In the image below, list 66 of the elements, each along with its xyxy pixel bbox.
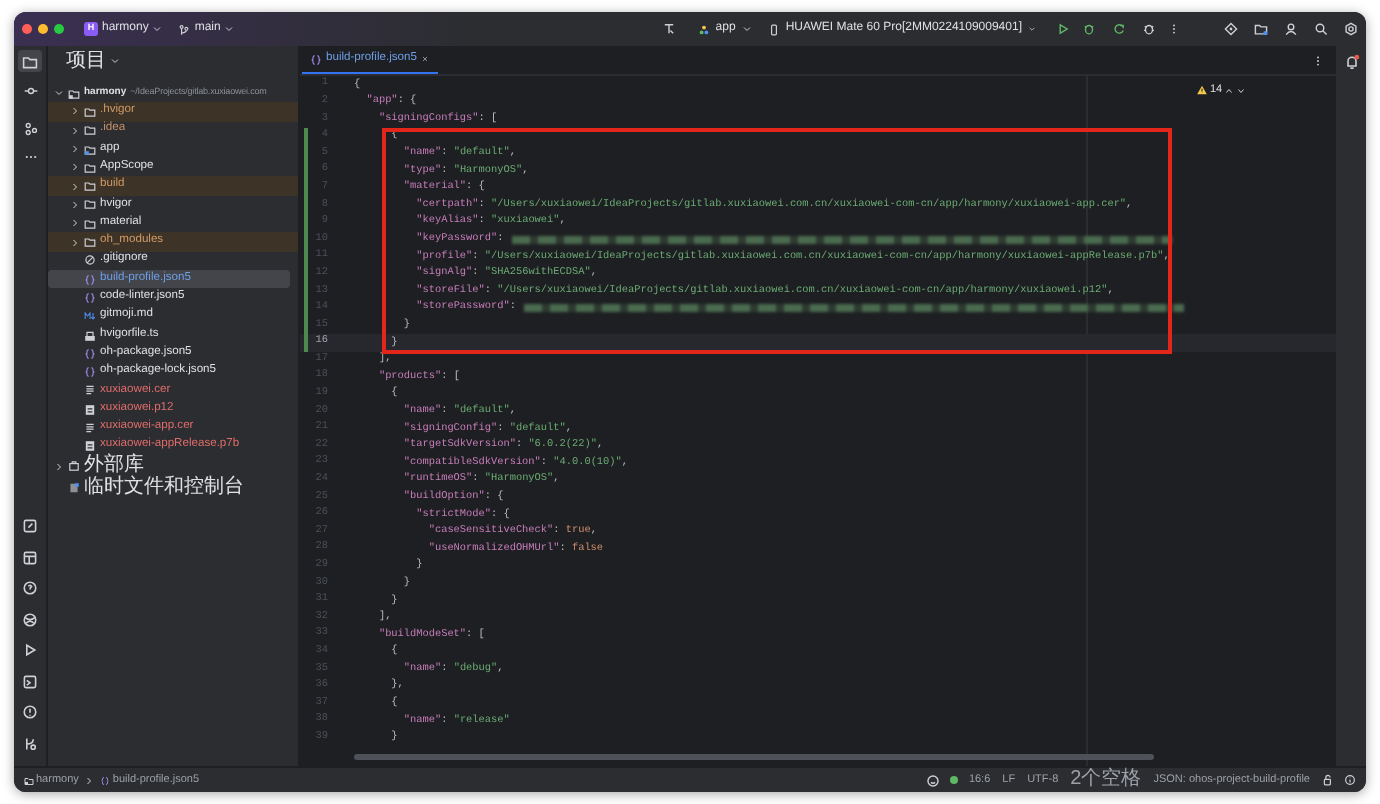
warning-icon[interactable] — [22, 704, 38, 720]
chevron-down-icon — [224, 24, 235, 34]
git-icon[interactable] — [22, 735, 38, 751]
branch-icon — [178, 23, 191, 35]
warning-icon — [1196, 84, 1208, 97]
horizontal-scrollbar[interactable] — [354, 754, 1154, 760]
account-icon[interactable] — [1284, 22, 1298, 36]
rerun-icon[interactable] — [1112, 22, 1126, 36]
terminal-icon[interactable] — [22, 673, 38, 689]
folder-icon — [22, 53, 38, 69]
indent-setting[interactable]: 2个空格 — [1070, 770, 1142, 790]
braces-icon — [84, 273, 96, 286]
script-file-icon — [84, 329, 96, 341]
braces-icon — [84, 366, 96, 379]
phone-icon — [767, 23, 780, 35]
layout-icon[interactable] — [22, 549, 38, 565]
text-file-icon — [84, 421, 96, 434]
diamond-icon[interactable] — [1224, 22, 1238, 36]
run-icon[interactable] — [22, 642, 38, 658]
ignore-file-icon — [84, 254, 96, 267]
project-folder-icon — [68, 87, 80, 100]
close-icon[interactable] — [420, 54, 431, 64]
settings-icon[interactable] — [1344, 22, 1358, 36]
commit-icon[interactable] — [23, 84, 37, 98]
info-icon[interactable] — [1344, 774, 1356, 786]
lock-icon[interactable] — [1322, 774, 1334, 786]
globe-icon[interactable] — [22, 611, 38, 627]
chevron-down-icon — [741, 24, 752, 34]
module-folder-icon — [84, 143, 96, 156]
search-icon[interactable] — [1314, 22, 1328, 36]
markdown-icon — [84, 310, 96, 323]
folder-icon[interactable] — [1254, 22, 1268, 36]
panel-title[interactable]: 项目 — [66, 51, 106, 71]
braces-icon — [100, 775, 111, 785]
tree-row[interactable]: 临时文件和控制台 — [48, 477, 298, 500]
notifications-icon[interactable] — [1343, 54, 1359, 70]
braces-icon — [84, 291, 96, 304]
minimize-window-button[interactable] — [38, 24, 48, 34]
bug-icon[interactable] — [1142, 22, 1156, 36]
braces-icon — [310, 53, 322, 65]
chevron-down-icon[interactable] — [1236, 85, 1247, 96]
binary-file-icon — [84, 403, 96, 416]
run-icon[interactable] — [1056, 22, 1070, 36]
structure-icon[interactable] — [23, 122, 37, 136]
binary-file-icon — [84, 440, 96, 453]
file-name: 临时文件和控制台 — [84, 478, 244, 499]
external-link-icon[interactable] — [22, 518, 38, 534]
text-file-icon — [84, 384, 96, 397]
assistant-icon[interactable] — [926, 773, 941, 787]
tool-icon[interactable] — [661, 22, 676, 36]
chevron-down-icon — [152, 24, 163, 34]
debug-icon[interactable] — [1082, 22, 1096, 36]
library-icon — [68, 460, 80, 473]
zoom-window-button[interactable] — [54, 24, 64, 34]
scratch-file-icon — [68, 482, 80, 495]
project-tool-button[interactable] — [18, 50, 42, 72]
module-folder-icon — [24, 775, 34, 785]
file-name: 外部库 — [84, 456, 144, 477]
close-window-button[interactable] — [22, 24, 32, 34]
help-icon[interactable] — [22, 580, 38, 596]
chevron-right-icon — [84, 775, 95, 785]
chevron-up-icon[interactable] — [1224, 85, 1235, 96]
braces-icon — [84, 347, 96, 360]
shapes-icon — [697, 23, 710, 35]
tree-row[interactable]: 外部库 — [48, 455, 298, 478]
chevron-down-icon — [110, 56, 120, 66]
